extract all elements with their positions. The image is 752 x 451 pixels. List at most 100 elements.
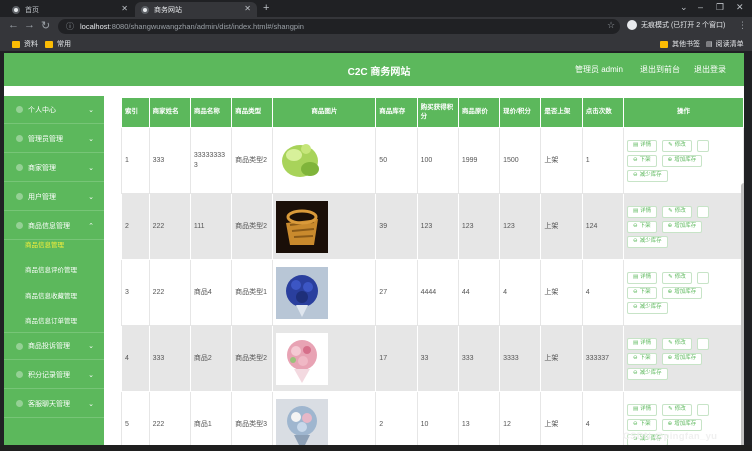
restore-icon[interactable]: ❐ [716,2,724,13]
browser-tab-active[interactable]: 商务网站 ✕ [135,2,257,17]
table-cell-index: 1 [121,127,150,194]
reduce-stock-button[interactable]: ⊖ 减少库存 [626,169,668,182]
unlist-button[interactable]: ⊖ 下架 [626,154,657,167]
sidebar-sub-product-reviews[interactable]: 商品信息评价管理 [4,256,104,281]
vertical-scrollbar[interactable] [741,183,744,445]
forward-arrow-icon[interactable]: → [24,19,35,31]
info-icon[interactable]: ⓘ [66,21,74,32]
edit-icon: ✎ [668,141,673,148]
button-label: 修改 [674,273,686,280]
sidebar-sub-product-info[interactable]: 商品信息管理 [4,231,104,256]
site-header: C2C 商务网站 管理员 admin 退出到前台 退出登录 [4,53,744,86]
actions-group: ▤ 详情 ✎ 修改 ⊖ 下架 ⊕ 增加库存 ⊖ 减少库存 [626,271,739,314]
sidebar-item-profile[interactable]: 个人中心 ⌄ [4,96,104,124]
chevron-down-icon[interactable]: ⌄ [680,2,688,13]
incognito-icon [627,20,637,30]
more-menu-icon[interactable]: ⋮ [738,20,747,31]
unlist-button[interactable]: ⊖ 下架 [626,286,657,299]
detail-button[interactable]: ▤ 详情 [626,403,658,416]
site-title: C2C 商务网站 [347,67,411,78]
close-tab-icon[interactable]: ✕ [121,4,128,13]
add-stock-button[interactable]: ⊕ 增加库存 [661,352,703,365]
back-to-front-link[interactable]: 退出到前台 [640,64,680,75]
sidebar-sub-product-orders[interactable]: 商品信息订单管理 [4,307,104,332]
sidebar-item-users[interactable]: 用户管理 ⌄ [4,183,104,211]
table-row: 3 222 商品4 商品类型1 27 4444 44 4 上架 4 ▤ 详情 ✎ 修改 ⊖ 下架 ⊕ 增加库存 ⊖ 减… [121,259,744,326]
table-cell-orig: 1999 [457,127,501,194]
reduce-stock-button[interactable]: ⊖ 减少库存 [626,301,668,314]
delete-button[interactable] [696,139,709,152]
product-image[interactable] [276,332,329,385]
detail-button[interactable]: ▤ 详情 [626,271,658,284]
incognito-label: 无痕模式 (已打开 2 个窗口) [641,22,726,29]
delete-button[interactable] [696,403,709,416]
add-stock-icon: ⊕ [667,156,673,163]
minimize-icon[interactable]: – [698,2,703,12]
delete-button[interactable] [696,205,709,218]
sidebar-sub-product-favorites[interactable]: 商品信息收藏管理 [4,282,104,307]
edit-button[interactable]: ✎ 修改 [662,205,692,218]
logout-link[interactable]: 退出登录 [694,64,726,75]
browser-tab-home[interactable]: 首页 ✕ [6,2,134,17]
sidebar: 个人中心 ⌄ 管理员管理 ⌄ 商家管理 ⌄ 用户管理 ⌄ 商品信息管理 ⌃ 商品… [4,86,104,445]
product-image-cell [272,391,377,445]
edit-button[interactable]: ✎ 修改 [662,337,692,350]
add-stock-icon: ⊕ [667,288,673,295]
back-arrow-icon[interactable]: ← [8,19,19,31]
edit-button[interactable]: ✎ 修改 [662,271,692,284]
add-stock-button[interactable]: ⊕ 增加库存 [661,418,703,431]
bookmark-star-icon[interactable]: ☆ [607,20,615,31]
close-window-icon[interactable]: ✕ [736,2,744,13]
actions-cell: ▤ 详情 ✎ 修改 ⊖ 下架 ⊕ 增加库存 ⊖ 减少库存 [622,127,744,194]
delete-button[interactable] [696,271,709,284]
product-image[interactable] [276,398,329,445]
edit-icon: ✎ [668,405,673,412]
actions-group: ▤ 详情 ✎ 修改 ⊖ 下架 ⊕ 增加库存 ⊖ 减少库存 [626,337,739,380]
sidebar-item-chat[interactable]: 客服聊天管理 ⌄ [4,390,104,418]
sidebar-item-complaints[interactable]: 商品投诉管理 ⌄ [4,332,104,360]
column-header: 商品名称 [189,97,233,128]
close-tab-icon[interactable]: ✕ [244,4,251,13]
unlist-button[interactable]: ⊖ 下架 [626,220,657,233]
edit-button[interactable]: ✎ 修改 [662,139,692,152]
chevron-down-icon: ⌄ [88,135,94,143]
globe-icon [12,5,20,14]
bookmark-label: 常用 [57,41,71,48]
table-cell-merchant: 333 [148,325,191,392]
add-stock-button[interactable]: ⊕ 增加库存 [661,286,703,299]
table-cell-name: 商品2 [189,325,233,392]
table-cell-onsale: 上架 [540,259,583,326]
users-icon [16,193,23,200]
unlist-button[interactable]: ⊖ 下架 [626,418,657,431]
reduce-stock-button[interactable]: ⊖ 减少库存 [626,367,668,380]
user-icon [16,106,23,113]
bookmark-folder[interactable]: 资料 [12,39,38,49]
new-tab-button[interactable]: + [263,2,269,14]
detail-button[interactable]: ▤ 详情 [626,337,658,350]
delete-button[interactable] [696,337,709,350]
other-bookmarks[interactable]: 其他书签 [660,39,700,49]
table-cell-index: 2 [121,193,150,260]
product-image[interactable] [276,200,329,253]
bookmark-folder[interactable]: 常用 [45,39,71,49]
sidebar-item-merchants[interactable]: 商家管理 ⌄ [4,154,104,182]
reload-icon[interactable]: ↻ [41,19,50,32]
detail-button[interactable]: ▤ 详情 [626,139,658,152]
address-bar[interactable]: ⓘ localhost:8080/shangwuwangzhan/admin/d… [58,19,620,34]
table-cell-type: 商品类型2 [231,127,274,194]
product-image[interactable] [276,134,329,187]
reduce-stock-button[interactable]: ⊖ 减少库存 [626,235,668,248]
add-stock-button[interactable]: ⊕ 增加库存 [661,154,703,167]
incognito-indicator[interactable]: 无痕模式 (已打开 2 个窗口) [627,20,725,30]
add-stock-button[interactable]: ⊕ 增加库存 [661,220,703,233]
edit-button[interactable]: ✎ 修改 [662,403,692,416]
sidebar-item-admins[interactable]: 管理员管理 ⌄ [4,125,104,153]
table-cell-price: 123 [499,193,542,260]
product-image[interactable] [276,266,329,319]
sidebar-item-points[interactable]: 积分记录管理 ⌄ [4,361,104,389]
table-header-row: 索引 商家姓名 商品名称 商品类型 商品图片 商品库存 购买获得积分 商品原价 … [121,97,744,128]
reading-list[interactable]: ▤ 阅读清单 [706,39,744,49]
unlist-button[interactable]: ⊖ 下架 [626,352,657,365]
detail-button[interactable]: ▤ 详情 [626,205,658,218]
button-label: 增加库存 [674,420,697,427]
